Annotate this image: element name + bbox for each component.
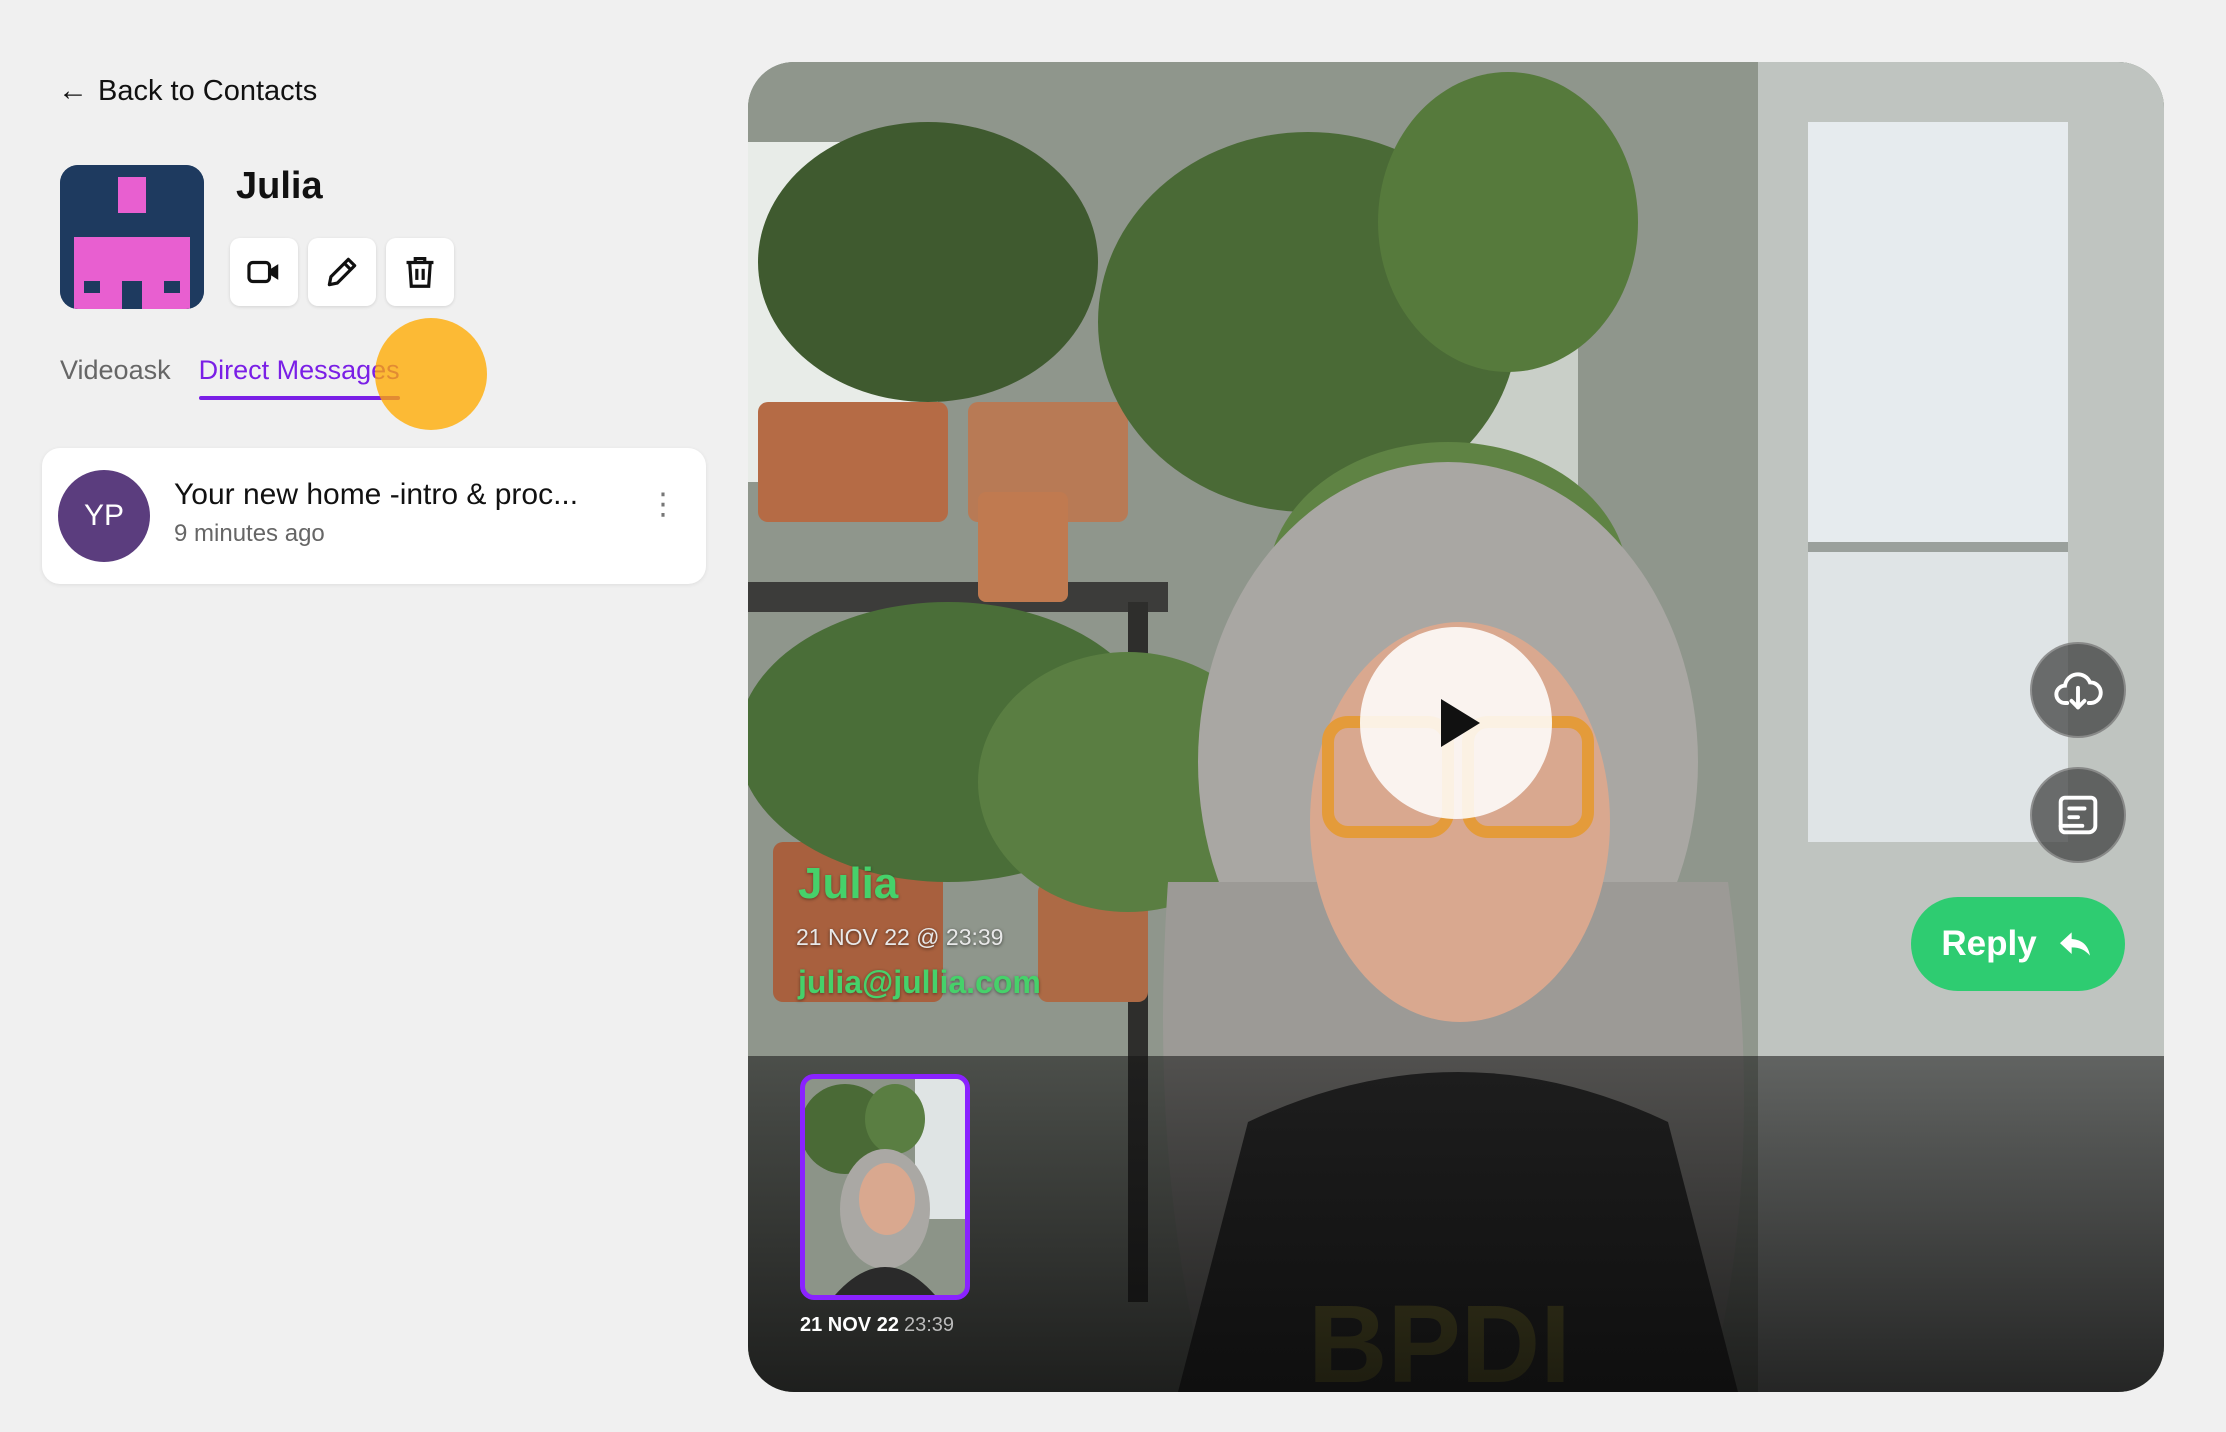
play-button[interactable] [1360, 627, 1552, 819]
tab-videoask[interactable]: Videoask [60, 355, 171, 400]
thumbnail-frame [805, 1079, 965, 1295]
video-icon [247, 260, 279, 284]
sender-avatar: YP [58, 470, 150, 562]
reply-arrow-icon [2059, 932, 2090, 956]
arrow-left-icon: ← [58, 74, 88, 107]
pencil-icon [327, 257, 357, 287]
cloud-download-icon [2054, 672, 2103, 710]
more-options-icon[interactable]: ⋮ [648, 490, 678, 520]
contact-sidebar: ← Back to Contacts Julia Videoask Direct… [0, 0, 740, 1432]
transcript-icon [2058, 795, 2098, 835]
thumbnail-time: 23:39 [904, 1314, 955, 1336]
download-button[interactable] [2030, 642, 2126, 738]
video-player[interactable]: BPDI Reply Julia 21 NOV 22 @ 23:39 julia… [748, 62, 2164, 1392]
back-label: Back to Contacts [98, 74, 318, 107]
transcript-button[interactable] [2030, 767, 2126, 863]
contact-tabs: Videoask Direct Messages [60, 355, 400, 400]
video-sender-email: julia@jullia.com [798, 964, 1041, 1000]
edit-contact-button[interactable] [308, 238, 376, 306]
trash-icon [406, 256, 434, 288]
thumbnail-date: 21 NOV 22 [800, 1314, 899, 1336]
video-thumbnail[interactable] [800, 1074, 970, 1300]
contact-avatar [60, 165, 204, 309]
reply-button[interactable]: Reply [1911, 897, 2125, 991]
play-icon [1441, 699, 1480, 747]
back-to-contacts-link[interactable]: ← Back to Contacts [58, 74, 317, 108]
video-date: 21 NOV 22 @ 23:39 [796, 924, 1004, 950]
message-title: Your new home -intro & proc... [174, 478, 579, 511]
message-list-item[interactable]: YP Your new home -intro & proc... 9 minu… [42, 448, 706, 584]
reply-label: Reply [1941, 924, 2037, 963]
delete-contact-button[interactable] [386, 238, 454, 306]
video-call-button[interactable] [230, 238, 298, 306]
contact-name: Julia [236, 165, 323, 207]
tab-direct-messages[interactable]: Direct Messages [198, 355, 400, 400]
message-timestamp: 9 minutes ago [174, 520, 325, 547]
video-sender-name: Julia [798, 859, 899, 908]
